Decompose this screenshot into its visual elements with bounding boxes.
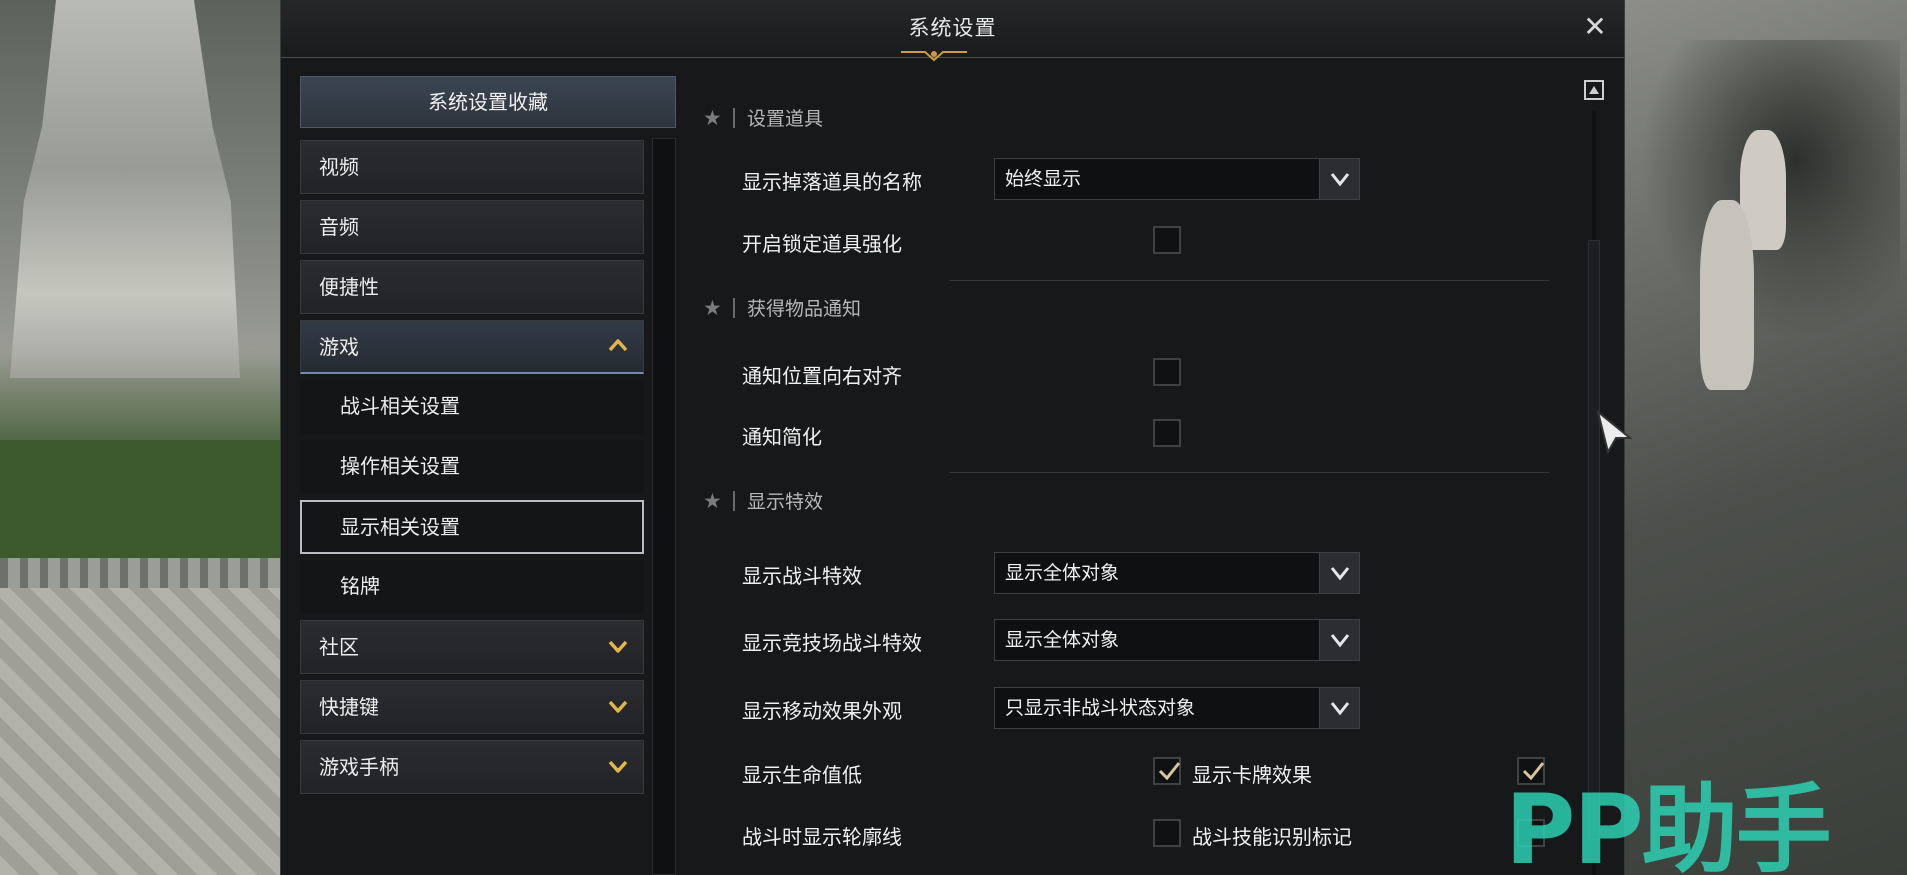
setting-label: 通知位置向右对齐 [742,364,902,388]
chevron-down-icon [608,760,628,773]
dropdown-arrow [1319,159,1359,199]
dropdown-value: 只显示非战斗状态对象 [1005,697,1196,719]
section-divider-line [949,280,1549,281]
cobblestone-image [0,588,280,875]
triangle-up-icon [1589,86,1599,94]
watermark-logo: PP助手 [1505,774,1832,875]
drop-item-name-dropdown[interactable]: 始终显示 [994,158,1360,200]
nav-item-audio[interactable]: 音频 [300,200,644,254]
settings-nav: 系统设置收藏 视频 音频 便捷性 游戏 战斗相关设置 操作相关设置 显示相关设置… [300,76,676,875]
setting-label: 显示掉落道具的名称 [742,170,922,194]
close-icon: ✕ [1583,10,1607,43]
nav-item-hotkeys[interactable]: 快捷键 [300,680,644,734]
nav-sub-label: 铭牌 [340,574,380,598]
nav-item-label: 游戏手柄 [319,755,399,779]
dropdown-arrow [1319,553,1359,593]
setting-label: 显示生命值低 [742,763,862,787]
nav-sub-label: 战斗相关设置 [340,394,460,418]
low-health-checkbox[interactable] [1153,757,1181,785]
nav-item-label: 快捷键 [319,695,379,719]
section-divider [733,491,735,511]
nav-sub-label: 显示相关设置 [340,515,460,539]
nav-item-game[interactable]: 游戏 [300,320,644,374]
notify-align-right-checkbox[interactable] [1153,358,1181,386]
nav-sub-display[interactable]: 显示相关设置 [300,500,644,554]
combat-effects-dropdown[interactable]: 显示全体对象 [994,552,1360,594]
movement-effects-dropdown[interactable]: 只显示非战斗状态对象 [994,687,1360,729]
section-title: 显示特效 [747,491,824,513]
scroll-up-button[interactable] [1584,80,1604,100]
setting-label: 显示卡牌效果 [1192,763,1312,787]
scroll-thumb[interactable] [1588,240,1600,840]
fence-image [0,558,280,588]
dropdown-value: 显示全体对象 [1005,629,1120,651]
star-icon[interactable]: ★ [703,489,725,513]
nav-item-gamepad[interactable]: 游戏手柄 [300,740,644,794]
favorites-header[interactable]: 系统设置收藏 [300,76,676,128]
nav-sub-nameplate[interactable]: 铭牌 [300,560,644,614]
dropdown-arrow [1319,688,1359,728]
nav-item-community[interactable]: 社区 [300,620,644,674]
section-divider [733,108,735,128]
star-icon[interactable]: ★ [703,106,725,130]
setting-label: 战斗技能识别标记 [1192,825,1352,849]
nav-sub-controls[interactable]: 操作相关设置 [300,440,644,494]
section-header-notifications: ★ 获得物品通知 [703,294,861,324]
setting-label: 显示战斗特效 [742,564,862,588]
dropdown-value: 始终显示 [1005,168,1082,190]
combat-outline-checkbox[interactable] [1153,819,1181,847]
window-title: 系统设置 [908,16,997,40]
setting-label: 开启锁定道具强化 [742,232,902,256]
nav-item-convenience[interactable]: 便捷性 [300,260,644,314]
nav-item-video[interactable]: 视频 [300,140,644,194]
section-divider [733,298,735,318]
chevron-down-icon [608,700,628,713]
settings-content: ★ 设置道具 显示掉落道具的名称 始终显示 开启锁定道具强化 ★ 获得物品通知 通知… [685,76,1565,875]
chevron-down-icon [1330,567,1350,581]
hedge-image [0,440,280,560]
section-divider-line [949,472,1549,473]
section-header-items: ★ 设置道具 [703,104,823,134]
nav-item-label: 社区 [319,635,359,659]
dropdown-value: 显示全体对象 [1005,562,1120,584]
chevron-up-icon [608,339,628,352]
nav-item-label: 音频 [319,215,359,239]
system-settings-window: 系统设置 ✕ 系统设置收藏 视频 音频 便捷性 游戏 战斗相关设置 操作相关设置… [280,0,1625,875]
close-button[interactable]: ✕ [1578,10,1612,44]
notify-simplify-checkbox[interactable] [1153,419,1181,447]
chevron-down-icon [1330,702,1350,716]
checkmark-icon [1158,762,1181,781]
nav-sub-combat[interactable]: 战斗相关设置 [300,380,644,434]
section-title: 设置道具 [747,108,824,130]
arena-effects-dropdown[interactable]: 显示全体对象 [994,619,1360,661]
section-title: 获得物品通知 [747,298,862,320]
nav-item-label: 视频 [319,155,359,179]
title-ornament-icon [901,51,967,62]
mouse-cursor-icon [1596,409,1633,455]
section-header-effects: ★ 显示特效 [703,487,823,517]
setting-label: 显示移动效果外观 [742,699,902,723]
setting-label: 战斗时显示轮廓线 [742,825,902,849]
npc-character [1700,200,1754,390]
setting-label: 通知简化 [742,425,822,449]
chevron-down-icon [1330,173,1350,187]
nav-scrollbar[interactable] [652,138,676,875]
dropdown-arrow [1319,620,1359,660]
nav-sub-label: 操作相关设置 [340,454,460,478]
nav-item-label: 游戏 [319,335,359,359]
setting-label: 显示竞技场战斗特效 [742,631,922,655]
title-bar: 系统设置 ✕ [281,0,1624,62]
chevron-down-icon [1330,634,1350,648]
star-icon[interactable]: ★ [703,296,725,320]
nav-list: 视频 音频 便捷性 游戏 战斗相关设置 操作相关设置 显示相关设置 铭牌 社区 … [300,140,644,800]
lock-item-enhance-checkbox[interactable] [1153,226,1181,254]
nav-item-label: 便捷性 [319,275,379,299]
chevron-down-icon [608,640,628,653]
